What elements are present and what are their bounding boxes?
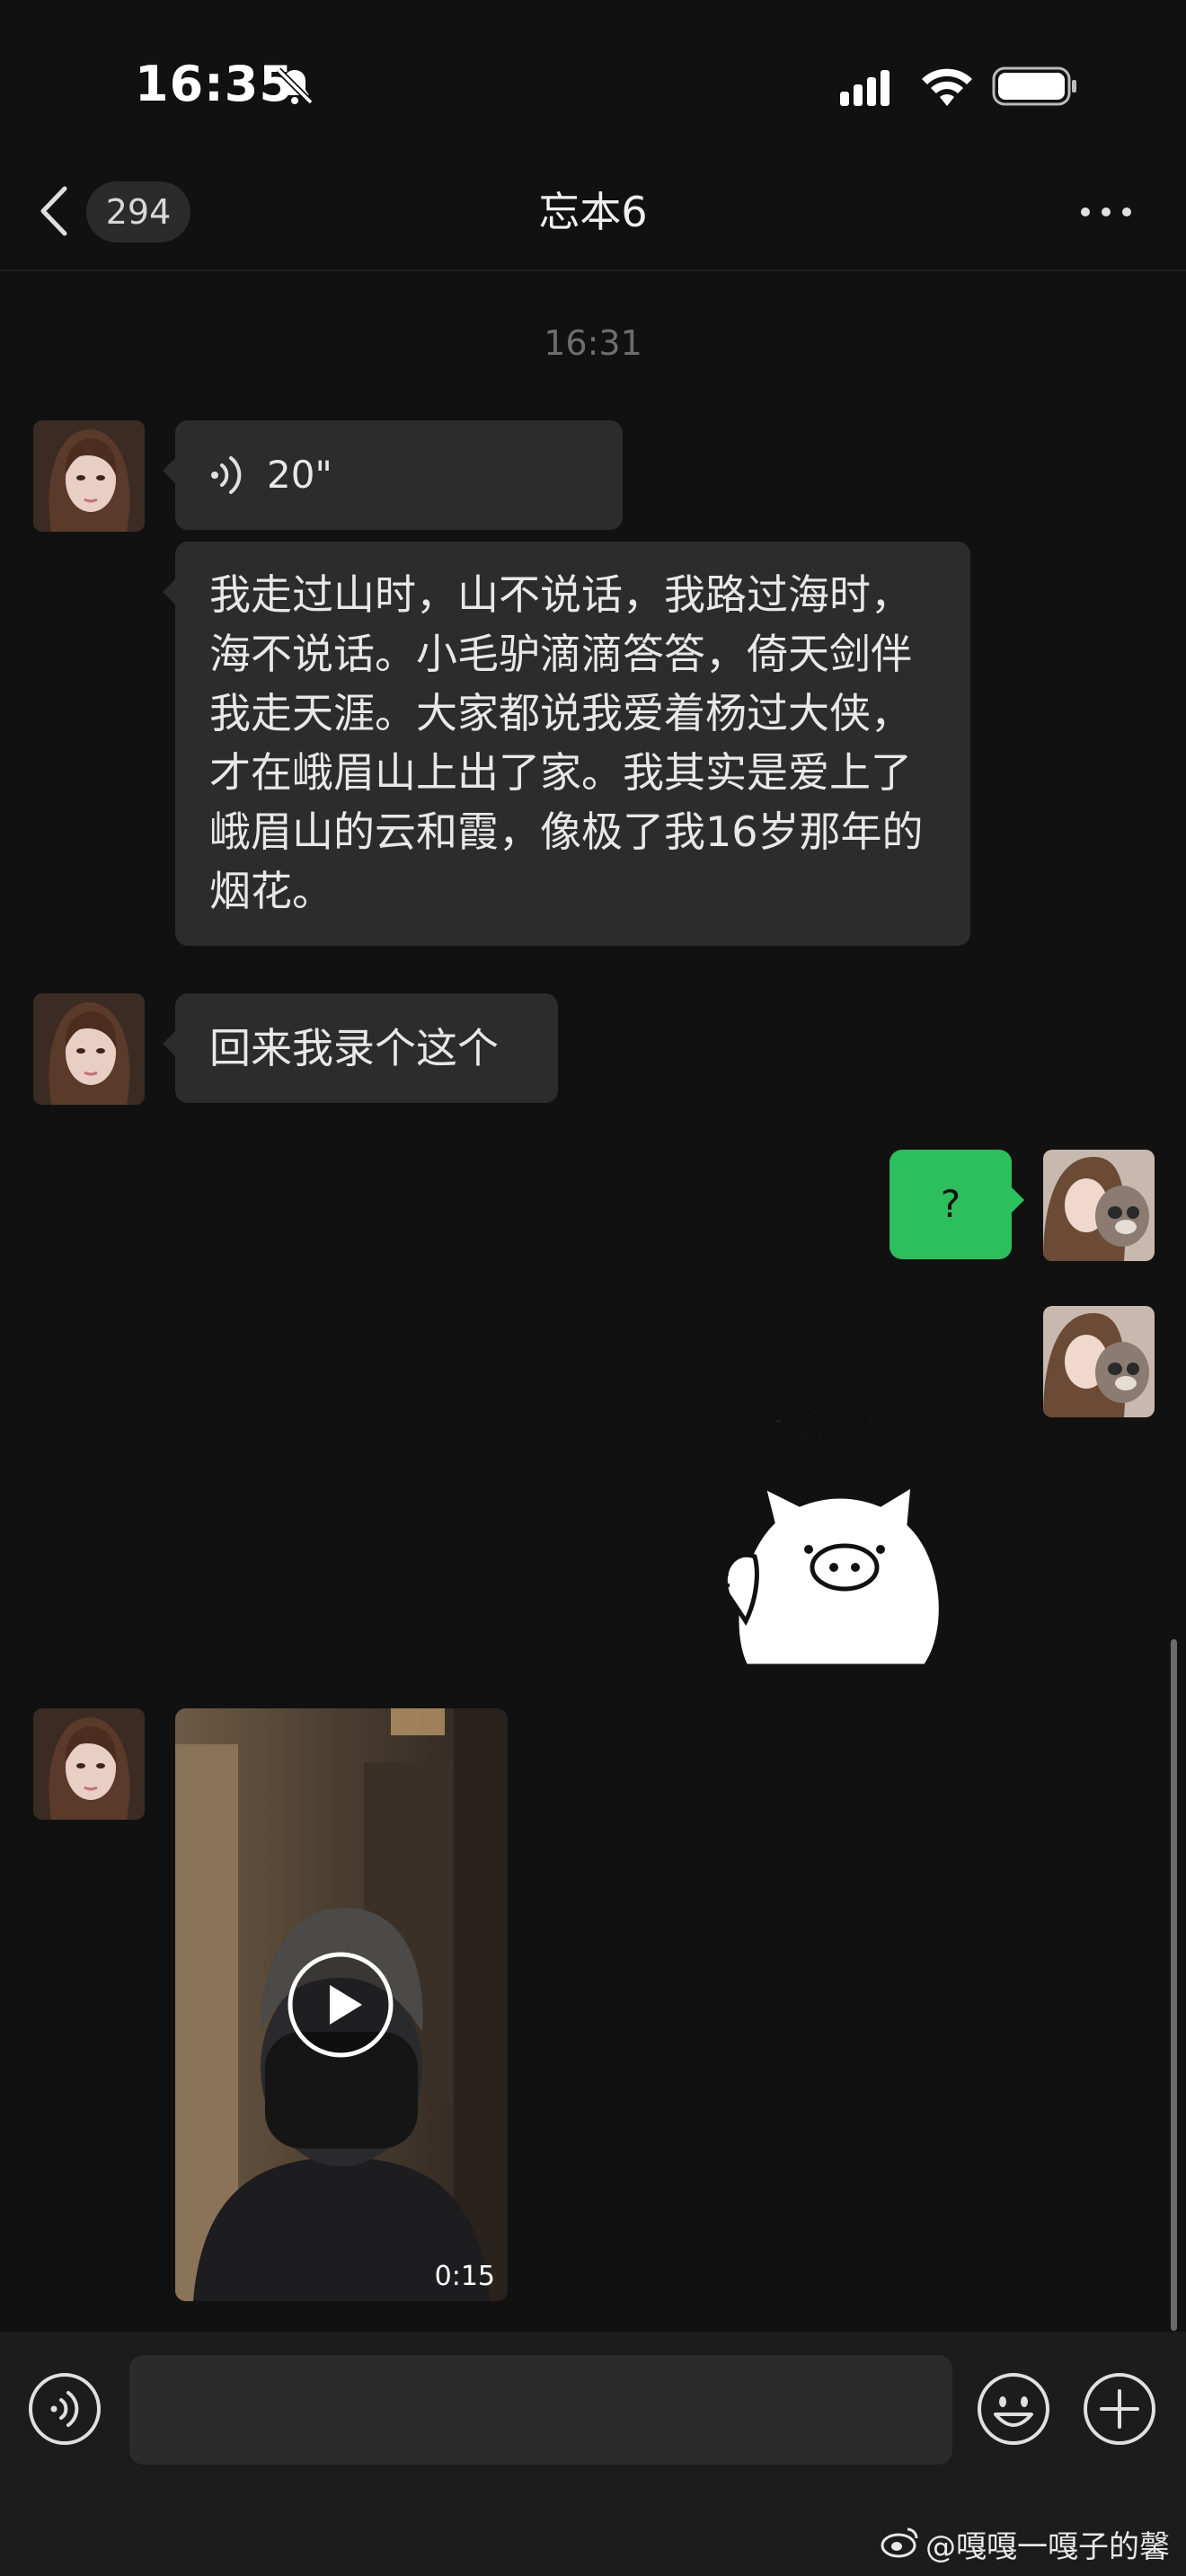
video-duration: 0:15 [434, 2261, 495, 2292]
pig-sticker[interactable]: 挠猪头 [710, 1388, 952, 1666]
contact-avatar[interactable] [33, 1708, 145, 1820]
weibo-icon [881, 2527, 918, 2558]
my-avatar[interactable] [1043, 1150, 1155, 1261]
message-text: ? [940, 1182, 961, 1226]
incoming-text-message[interactable]: 我走过山时，山不说话，我路过海时，海不说话。小毛驴滴滴答答，倚天剑伴我走天涯。大… [163, 542, 970, 946]
contact-avatar[interactable] [33, 993, 145, 1105]
message-text: 回来我录个这个 [209, 1024, 499, 1072]
sticker-caption: 挠猪头 [771, 1397, 891, 1444]
message-text: 我走过山时，山不说话，我路过海时，海不说话。小毛驴滴滴答答，倚天剑伴我走天涯。大… [209, 570, 924, 915]
wifi-icon [922, 68, 972, 106]
bell-slash-icon [276, 67, 314, 105]
my-avatar[interactable] [1043, 1306, 1155, 1417]
voice-message-bubble[interactable]: 20" [163, 420, 623, 530]
avatar-image [33, 420, 145, 532]
emoji-icon[interactable] [976, 2371, 1051, 2447]
message-input[interactable] [129, 2355, 952, 2465]
battery-icon [992, 66, 1076, 106]
contact-avatar[interactable] [33, 420, 145, 532]
avatar-image [33, 993, 145, 1105]
avatar-image [1043, 1306, 1155, 1417]
video-message[interactable]: 0:15 [175, 1708, 508, 2301]
voice-duration: 20" [267, 453, 332, 497]
incoming-text-message[interactable]: 回来我录个这个 [163, 993, 558, 1103]
plus-circle-icon[interactable] [1082, 2371, 1157, 2447]
pig-icon [712, 1480, 943, 1666]
watermark: @嘎嘎一嘎子的馨 [925, 2529, 1170, 2565]
avatar-image [1043, 1150, 1155, 1261]
voice-mode-icon[interactable] [27, 2371, 102, 2447]
more-dots-icon[interactable] [1075, 187, 1137, 237]
voice-wave-icon [211, 456, 242, 494]
chat-title: 忘本6 [538, 188, 648, 236]
play-icon[interactable] [287, 1951, 394, 2059]
outgoing-text-message[interactable]: ? [890, 1150, 1024, 1259]
scrollbar[interactable] [1171, 1639, 1177, 2331]
status-time: 16:35 [135, 56, 294, 112]
message-timestamp: 16:31 [544, 323, 642, 363]
avatar-image [33, 1708, 145, 1820]
cellular-signal-icon [840, 70, 890, 106]
